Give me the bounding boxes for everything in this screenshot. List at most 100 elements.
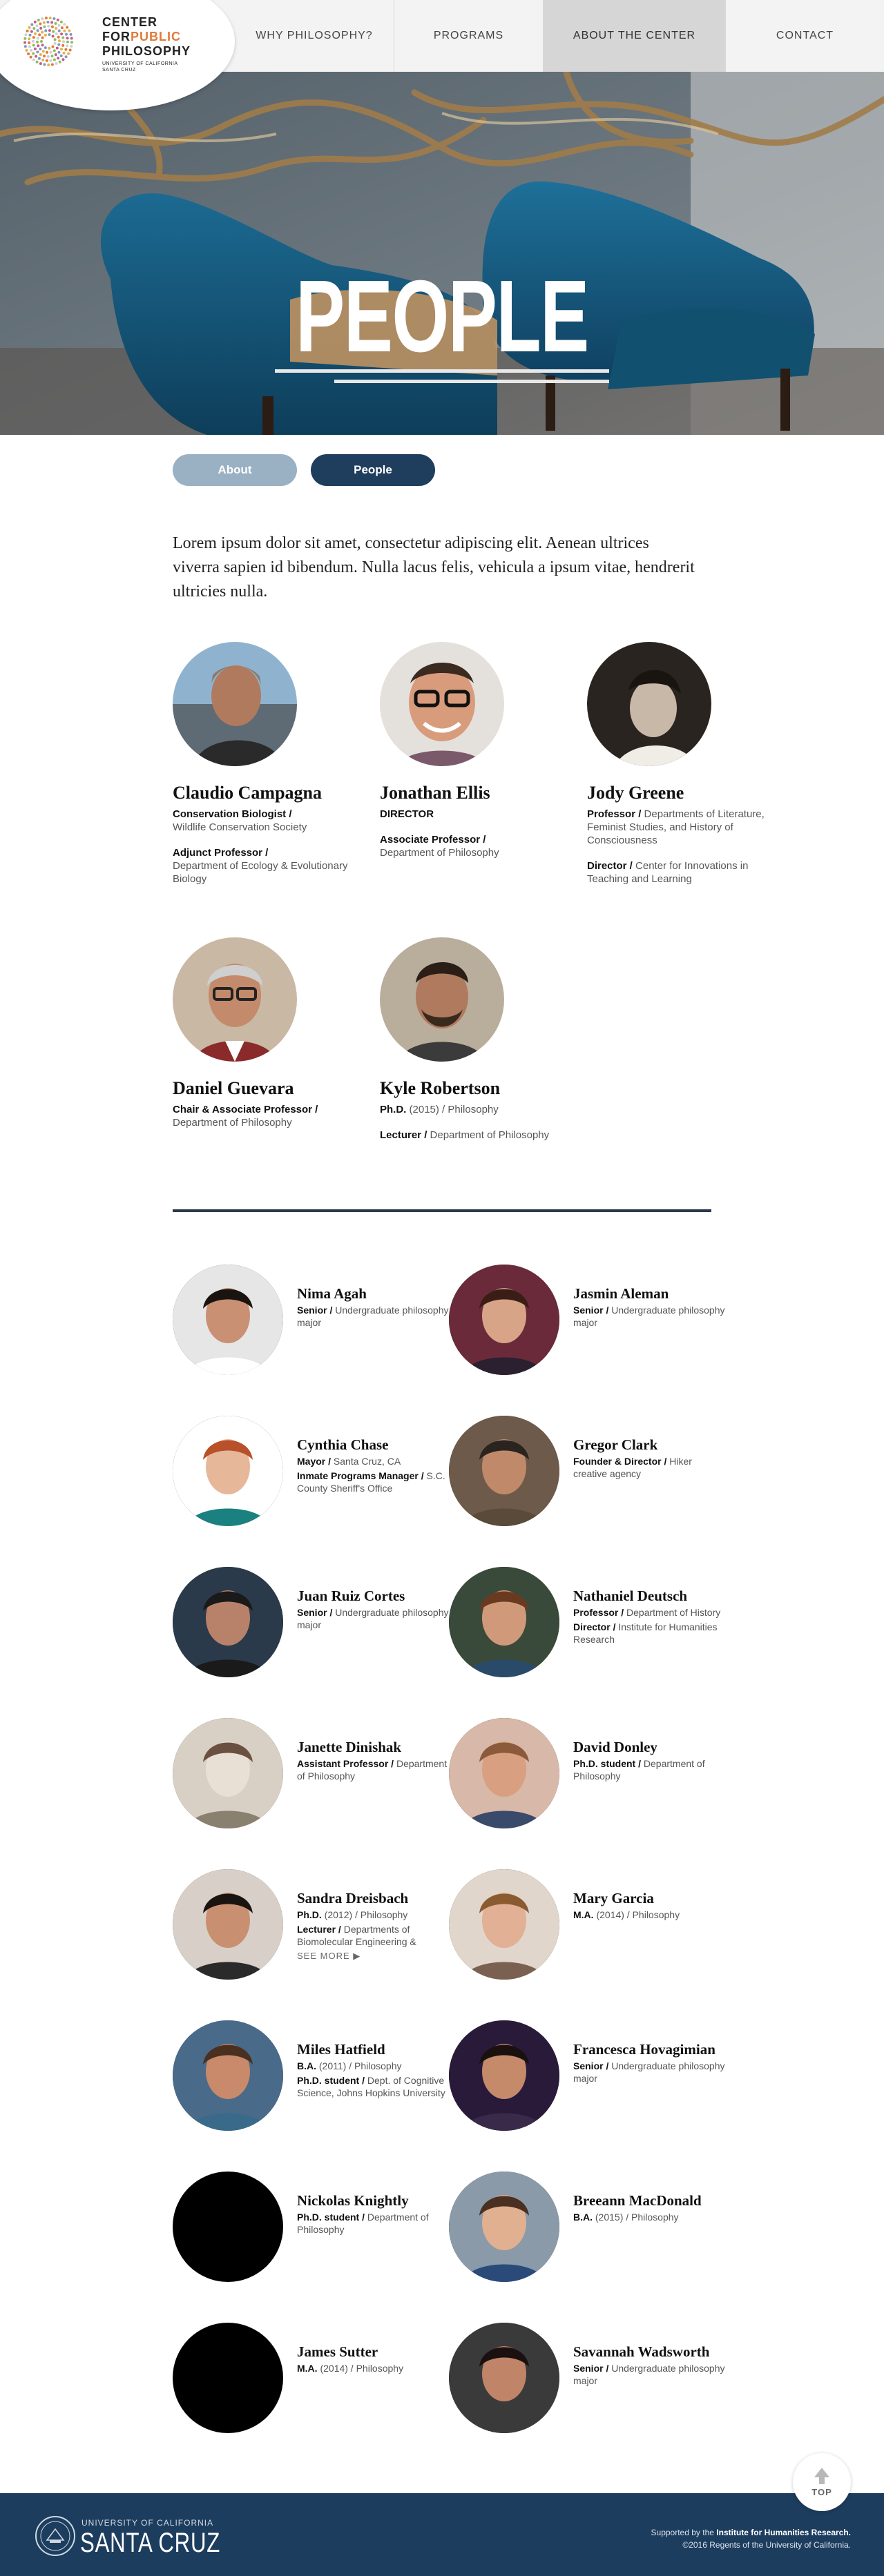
role-title: Lecturer / — [297, 1924, 341, 1935]
avatar — [449, 1718, 559, 1828]
featured-person[interactable]: Jody Greene Professor / Departments of L… — [587, 642, 767, 886]
see-more-link[interactable]: SEE MORE ▶ — [297, 1951, 449, 1962]
role-title: Assistant Professor / — [297, 1758, 394, 1769]
role-title: Senior / — [297, 1305, 333, 1316]
person-card[interactable]: Juan Ruiz Cortes Senior / Undergraduate p… — [173, 1567, 449, 1684]
person-name: Sandra Dreisbach — [297, 1890, 409, 1906]
person-card[interactable]: Francesca Hovagimian Senior / Undergradua… — [449, 2020, 725, 2138]
person-name: Nima Agah — [297, 1285, 367, 1302]
role-title: M.A. — [573, 1909, 594, 1920]
tab-about[interactable]: About — [173, 454, 297, 486]
hero-banner: PEOPLE — [0, 72, 884, 435]
avatar — [449, 1869, 559, 1980]
logo-university: UNIVERSITY OF CALIFORNIA — [102, 61, 178, 66]
logo-line-2b: PUBLIC — [131, 30, 181, 43]
role-org: Wildlife Conservation Society — [173, 821, 307, 833]
avatar — [173, 1416, 283, 1526]
avatar — [380, 937, 504, 1062]
featured-person[interactable]: Jonathan Ellis DIRECTOR Associate Profes… — [380, 642, 559, 859]
nav-programs[interactable]: PROGRAMS — [394, 0, 543, 72]
avatar — [173, 1567, 283, 1677]
page-title: PEOPLE — [296, 260, 589, 373]
role-org: Department of Ecology & Evolutionary Bio… — [173, 860, 348, 885]
person-card[interactable]: Mary Garcia M.A. (2014) / Philosophy — [449, 1869, 725, 1987]
role-title: B.A. — [297, 2060, 316, 2071]
footer-campus: SANTA CRUZ — [80, 2528, 221, 2558]
role-org: (2015) / Philosophy — [409, 1104, 499, 1115]
person-name: Savannah Wadsworth — [573, 2343, 710, 2360]
featured-person[interactable]: Daniel Guevara Chair & Associate Profess… — [173, 937, 352, 1129]
university-seal-icon — [35, 2516, 75, 2556]
role-title: Conservation Biologist / — [173, 808, 292, 820]
role-org: Department of Philosophy — [430, 1129, 550, 1141]
featured-person[interactable]: Kyle Robertson Ph.D. (2015) / Philosophy… — [380, 937, 559, 1142]
person-name: Daniel Guevara — [173, 1078, 294, 1098]
copyright: ©2016 Regents of the University of Calif… — [682, 2540, 851, 2550]
role-title: Associate Professor / — [380, 834, 486, 846]
role-org: Department of History — [626, 1607, 721, 1618]
person-name: Francesca Hovagimian — [573, 2041, 715, 2058]
credit-institute-link[interactable]: Institute for Humanities Research. — [716, 2528, 851, 2537]
nav-about-the-center[interactable]: ABOUT THE CENTER — [543, 0, 725, 72]
role-title: Mayor / — [297, 1456, 332, 1467]
person-card[interactable]: Cynthia Chase Mayor / Santa Cruz, CA Inmat… — [173, 1416, 449, 1533]
person-name: Kyle Robertson — [380, 1078, 501, 1098]
person-card[interactable]: Nathaniel Deutsch Professor / Department … — [449, 1567, 725, 1684]
nav-contact[interactable]: CONTACT — [725, 0, 884, 72]
avatar — [173, 1869, 283, 1980]
person-name: Gregor Clark — [573, 1436, 658, 1453]
role-title: Ph.D. student / — [573, 1758, 641, 1769]
person-name: Breeann MacDonald — [573, 2192, 702, 2209]
role-org: (2014) / Philosophy — [320, 2363, 404, 2374]
role-org: Department of Philosophy — [173, 1117, 292, 1129]
avatar — [449, 2020, 559, 2131]
arrow-up-icon — [814, 2467, 829, 2477]
person-name: Juan Ruiz Cortes — [297, 1588, 405, 1604]
person-card[interactable]: Sandra Dreisbach Ph.D. (2012) / Philosoph… — [173, 1869, 449, 1987]
person-name: Mary Garcia — [573, 1890, 654, 1906]
person-name: David Donley — [573, 1739, 657, 1755]
person-card[interactable]: Janette Dinishak Assistant Professor / De… — [173, 1718, 449, 1835]
avatar — [173, 642, 297, 766]
person-card[interactable]: Jasmin Aleman Senior / Undergraduate phil… — [449, 1265, 725, 1382]
role-title: Professor / — [587, 808, 642, 820]
person-name: Jonathan Ellis — [380, 783, 490, 803]
credit-prefix: Supported by the — [651, 2528, 714, 2537]
back-to-top-label: TOP — [811, 2486, 832, 2497]
role-title: Director / — [573, 1621, 616, 1632]
role-title: Professor / — [573, 1607, 624, 1618]
footer-university: UNIVERSITY OF CALIFORNIA — [81, 2518, 214, 2528]
person-card[interactable]: Savannah Wadsworth Senior / Undergraduate… — [449, 2323, 725, 2440]
role-title: DIRECTOR — [380, 808, 434, 820]
person-name: Claudio Campagna — [173, 783, 322, 803]
person-card[interactable]: David Donley Ph.D. student / Department o… — [449, 1718, 725, 1835]
role-org: (2011) / Philosophy — [318, 2060, 402, 2071]
nav-why-philosophy[interactable]: WHY PHILOSOPHY? — [235, 0, 394, 72]
avatar — [173, 1718, 283, 1828]
person-name: Nickolas Knightly — [297, 2192, 409, 2209]
avatar — [449, 1567, 559, 1677]
person-card[interactable]: Nickolas Knightly Ph.D. student / Departm… — [173, 2172, 449, 2289]
role-org: Department of Philosophy — [380, 847, 499, 859]
person-card[interactable]: Nima Agah Senior / Undergraduate philosop… — [173, 1265, 449, 1382]
tab-people[interactable]: People — [311, 454, 435, 486]
role-title: Senior / — [573, 2363, 609, 2374]
person-card[interactable]: Miles Hatfield B.A. (2011) / Philosophy Ph… — [173, 2020, 449, 2138]
person-name: Jasmin Aleman — [573, 1285, 669, 1302]
role-title: Senior / — [573, 1305, 609, 1316]
logo-line-2a: FOR — [102, 30, 131, 43]
avatar — [173, 2020, 283, 2131]
role-org: (2014) / Philosophy — [596, 1909, 680, 1920]
featured-person[interactable]: Claudio Campagna Conservation Biologist … — [173, 642, 352, 886]
person-card[interactable]: James Sutter M.A. (2014) / Philosophy — [173, 2323, 449, 2440]
person-name: Nathaniel Deutsch — [573, 1588, 688, 1604]
person-name: Jody Greene — [587, 783, 684, 803]
role-title: Chair & Associate Professor / — [173, 1104, 318, 1115]
role-title: Inmate Programs Manager / — [297, 1470, 424, 1481]
role-title: Lecturer / — [380, 1129, 427, 1141]
role-title: Founder & Director / — [573, 1456, 667, 1467]
person-card[interactable]: Gregor Clark Founder & Director / Hiker c… — [449, 1416, 725, 1533]
back-to-top-button[interactable]: TOP — [793, 2453, 851, 2511]
main-nav: WHY PHILOSOPHY? PROGRAMS ABOUT THE CENTE… — [235, 0, 884, 72]
person-card[interactable]: Breeann MacDonald B.A. (2015) / Philosoph… — [449, 2172, 725, 2289]
